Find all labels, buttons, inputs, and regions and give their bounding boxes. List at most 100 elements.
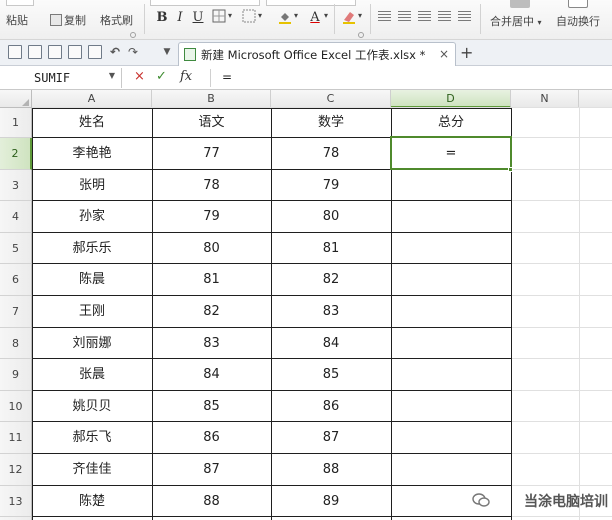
- table-cell-name[interactable]: 陈楚: [32, 486, 152, 518]
- table-cell-name[interactable]: 王刚: [32, 296, 152, 328]
- distributed-icon[interactable]: [458, 11, 471, 23]
- new-tab-button[interactable]: +: [460, 43, 473, 62]
- header-cell[interactable]: 语文: [152, 108, 271, 138]
- table-cell-chinese[interactable]: 83: [152, 328, 271, 360]
- table-cell-math[interactable]: 87: [271, 422, 391, 454]
- align-center-icon[interactable]: [398, 11, 411, 23]
- table-cell-chinese[interactable]: 84: [152, 359, 271, 391]
- wrap-text-button[interactable]: 自动换行: [556, 13, 600, 29]
- bold-button[interactable]: B: [153, 9, 171, 27]
- export-pdf-icon[interactable]: [48, 45, 62, 59]
- print-preview-icon[interactable]: [88, 45, 102, 59]
- row-header-8[interactable]: 8: [0, 327, 32, 360]
- fill-color-button[interactable]: [276, 9, 294, 27]
- row-header-11[interactable]: 11: [0, 422, 32, 454]
- workbook-tab[interactable]: 新建 Microsoft Office Excel 工作表.xlsx * ×: [178, 42, 456, 66]
- table-cell-name[interactable]: 刘丽娜: [32, 328, 152, 360]
- formula-input[interactable]: =: [222, 70, 232, 84]
- clipboard-launcher-icon[interactable]: [130, 32, 136, 38]
- row-header-2[interactable]: 2: [0, 138, 32, 170]
- table-cell-name[interactable]: 齐佳佳: [32, 454, 152, 486]
- table-cell-name[interactable]: 郝乐乐: [32, 233, 152, 265]
- table-cell-chinese[interactable]: 87: [152, 454, 271, 486]
- row-header-1[interactable]: 1: [0, 108, 32, 138]
- underline-button[interactable]: U: [189, 9, 207, 27]
- cancel-entry-button[interactable]: ×: [134, 69, 145, 84]
- justify-icon[interactable]: [438, 11, 451, 23]
- table-cell-math[interactable]: 79: [271, 170, 391, 202]
- name-box[interactable]: SUMIF ▼: [0, 68, 122, 88]
- table-cell-total[interactable]: [391, 201, 511, 233]
- borders-dropdown[interactable]: ▾: [228, 11, 232, 20]
- table-cell-math[interactable]: 89: [271, 486, 391, 518]
- table-cell-name[interactable]: 张明: [32, 170, 152, 202]
- column-header-b[interactable]: B: [152, 90, 271, 108]
- clear-format-dropdown[interactable]: ▾: [358, 11, 362, 20]
- new-file-icon[interactable]: [8, 45, 22, 59]
- confirm-entry-button[interactable]: ✓: [156, 69, 167, 84]
- header-cell[interactable]: 总分: [391, 108, 511, 138]
- row-header-12[interactable]: 12: [0, 454, 32, 486]
- table-cell-name[interactable]: 李艳艳: [32, 138, 152, 170]
- row-header-10[interactable]: 10: [0, 390, 32, 423]
- table-cell-total[interactable]: [391, 296, 511, 328]
- save-icon[interactable]: [28, 45, 42, 59]
- name-box-dropdown-icon[interactable]: ▼: [109, 71, 115, 80]
- row-header-6[interactable]: 6: [0, 264, 32, 296]
- font-color-button[interactable]: A: [306, 9, 324, 27]
- italic-button[interactable]: I: [171, 9, 189, 27]
- print-icon[interactable]: [68, 45, 82, 59]
- column-header-c[interactable]: C: [271, 90, 391, 108]
- paste-button[interactable]: 粘贴: [6, 12, 28, 28]
- table-cell-total[interactable]: [391, 454, 511, 486]
- column-header-a[interactable]: A: [32, 90, 152, 108]
- fill-color-dropdown[interactable]: ▾: [294, 11, 298, 20]
- merge-center-button[interactable]: 合并居中 ▾: [490, 13, 542, 29]
- font-size-combo[interactable]: [266, 0, 356, 6]
- borders-button[interactable]: [210, 9, 228, 27]
- table-cell-chinese[interactable]: 82: [152, 296, 271, 328]
- row-header-9[interactable]: 9: [0, 359, 32, 391]
- clear-format-button[interactable]: [340, 9, 358, 27]
- table-cell-total[interactable]: [391, 359, 511, 391]
- table-cell-total[interactable]: [391, 170, 511, 202]
- table-cell-total[interactable]: [391, 486, 511, 518]
- column-header-d[interactable]: D: [391, 90, 511, 108]
- table-cell-math[interactable]: 81: [271, 233, 391, 265]
- table-cell-total[interactable]: [391, 391, 511, 423]
- table-cell-total[interactable]: [391, 264, 511, 296]
- header-cell[interactable]: 数学: [271, 108, 391, 138]
- customize-toolbar-icon[interactable]: ▼: [160, 45, 174, 59]
- table-cell-chinese[interactable]: 86: [152, 422, 271, 454]
- align-left-icon[interactable]: [378, 11, 391, 23]
- format-painter-button[interactable]: 格式刷: [100, 12, 133, 28]
- table-cell-total[interactable]: [391, 328, 511, 360]
- font-launcher-icon[interactable]: [358, 32, 364, 38]
- table-cell-math[interactable]: 85: [271, 359, 391, 391]
- table-cell-math[interactable]: 88: [271, 454, 391, 486]
- row-header-3[interactable]: 3: [0, 169, 32, 202]
- font-color-dropdown[interactable]: ▾: [324, 11, 328, 20]
- active-cell-selection[interactable]: [390, 136, 512, 170]
- table-cell-math[interactable]: 84: [271, 328, 391, 360]
- table-cell-math[interactable]: 80: [271, 201, 391, 233]
- table-cell-name[interactable]: 姚贝贝: [32, 391, 152, 423]
- row-header-4[interactable]: 4: [0, 201, 32, 233]
- table-cell-chinese[interactable]: 88: [152, 486, 271, 518]
- insert-function-button[interactable]: fx: [180, 69, 192, 84]
- table-cell-name[interactable]: 郝乐飞: [32, 422, 152, 454]
- header-cell[interactable]: 姓名: [32, 108, 152, 138]
- column-header-empty[interactable]: [579, 90, 612, 108]
- redo-icon[interactable]: ↷: [126, 45, 140, 59]
- table-cell-name[interactable]: 张晨: [32, 359, 152, 391]
- table-cell-math[interactable]: 78: [271, 138, 391, 170]
- table-cell-math[interactable]: 82: [271, 264, 391, 296]
- select-all-corner[interactable]: [0, 90, 32, 108]
- cell-style-button[interactable]: [240, 9, 258, 27]
- table-cell-chinese[interactable]: 85: [152, 391, 271, 423]
- undo-icon[interactable]: ↶: [108, 45, 122, 59]
- table-cell-math[interactable]: 83: [271, 296, 391, 328]
- table-cell-chinese[interactable]: 77: [152, 138, 271, 170]
- table-cell-chinese[interactable]: 80: [152, 233, 271, 265]
- table-cell-chinese[interactable]: 78: [152, 170, 271, 202]
